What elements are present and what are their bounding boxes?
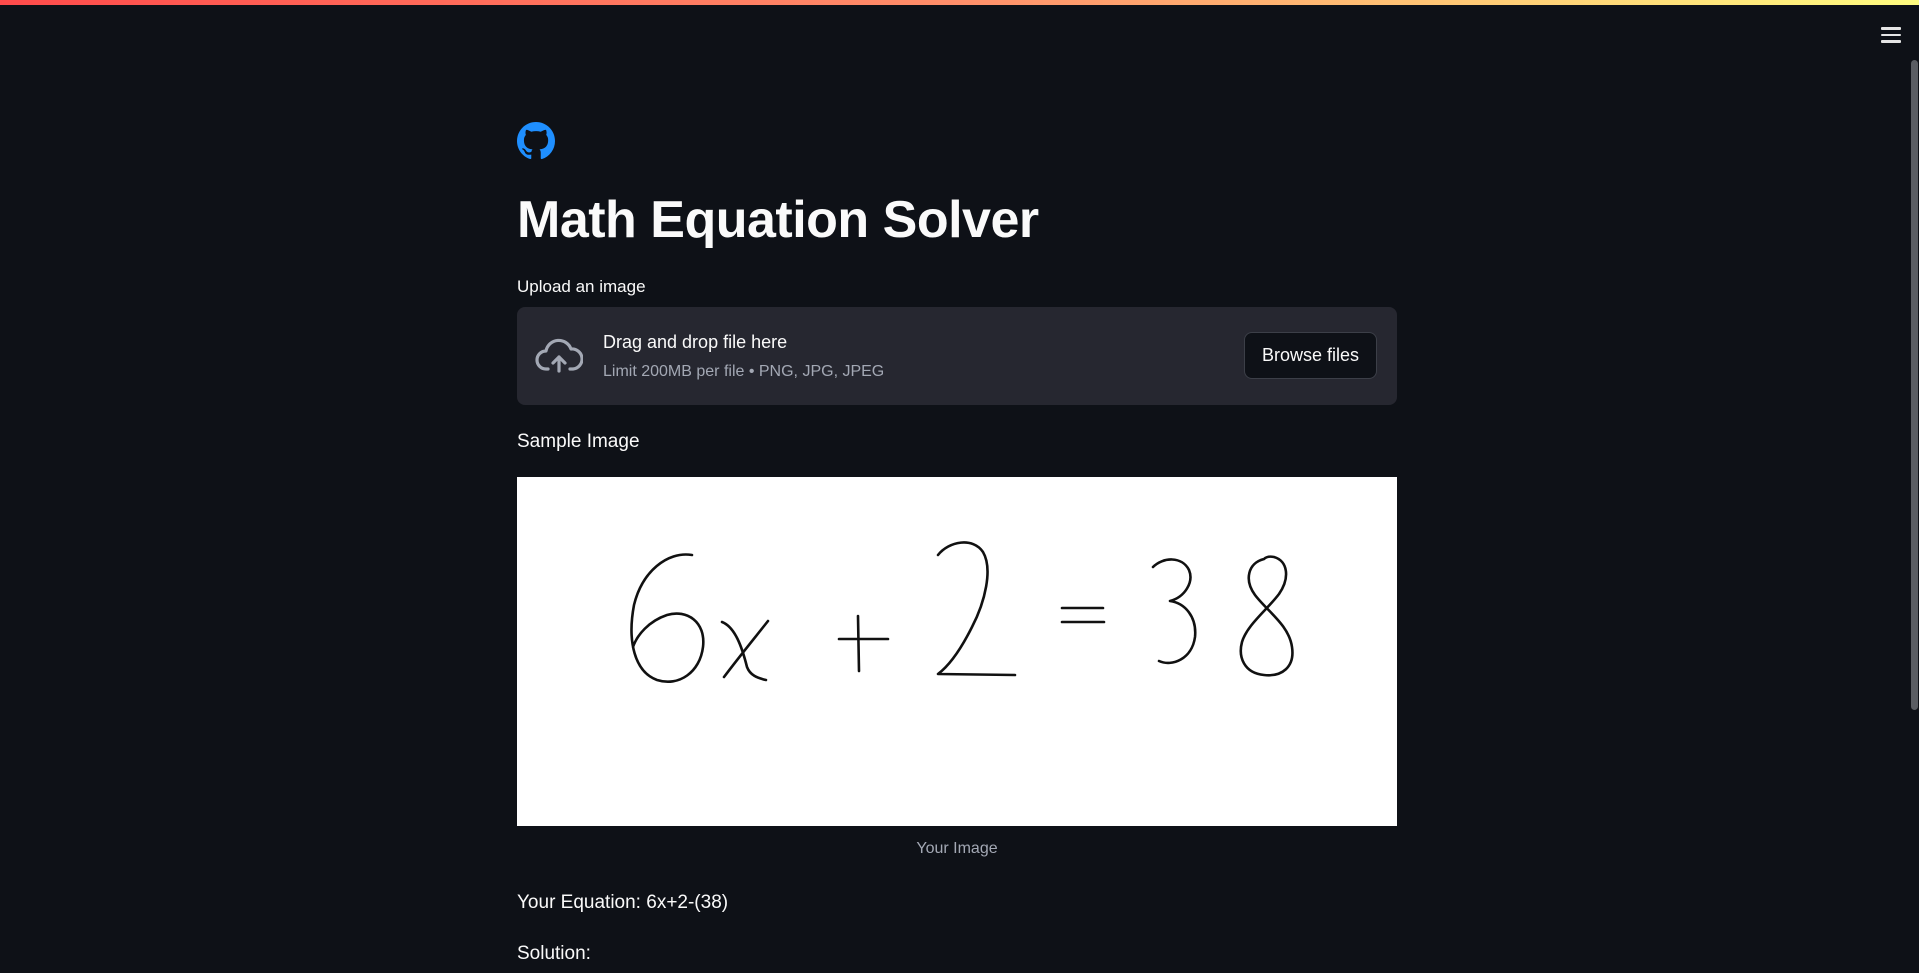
menu-line [1881,40,1901,43]
hamburger-menu-icon[interactable] [1878,22,1904,48]
file-dropzone[interactable]: Drag and drop file here Limit 200MB per … [517,307,1397,405]
sample-image-label: Sample Image [517,431,640,452]
page-title: Math Equation Solver [517,191,1039,249]
upload-label: Upload an image [517,277,646,296]
github-icon[interactable] [517,122,555,160]
equation-value: 6x+2-(38) [646,892,729,913]
image-caption: Your Image [916,840,998,857]
menu-line [1881,33,1901,37]
browse-files-button[interactable]: Browse files [1244,332,1377,379]
solution-label: Solution: [517,943,591,964]
dropzone-instruction: Drag and drop file here [603,332,788,352]
decoration-bar [0,0,1919,5]
equation-label: Your Equation: [517,892,641,913]
menu-line [1881,27,1901,30]
scrollbar[interactable] [1911,60,1918,710]
sample-equation-image [517,477,1397,826]
equation-result: Your Equation: 6x+2-(38) [517,891,728,915]
dropzone-limit: Limit 200MB per file • PNG, JPG, JPEG [603,363,885,380]
cloud-upload-icon [535,338,583,373]
